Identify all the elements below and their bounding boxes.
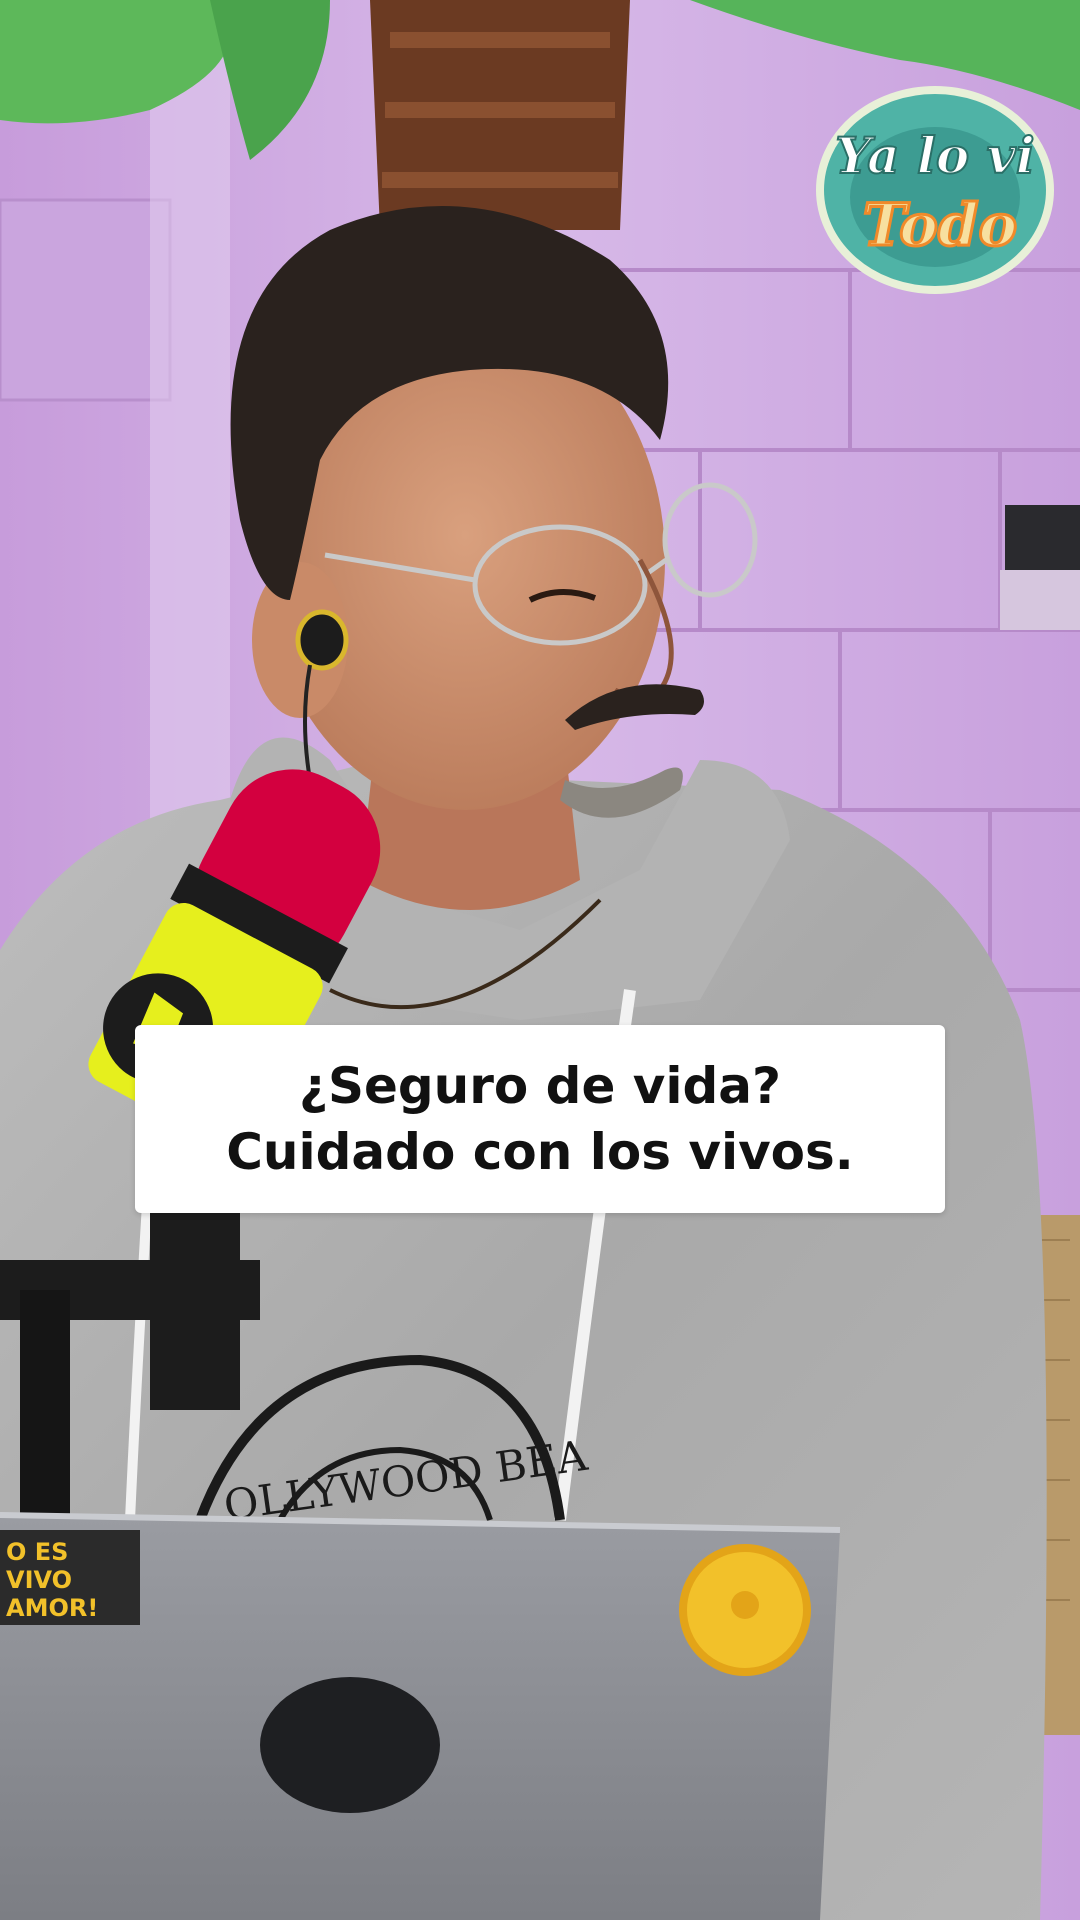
laptop-sticker-line: O ES (6, 1538, 68, 1566)
caption-line-1: ¿Seguro de vida? (298, 1057, 782, 1115)
wall-panel (0, 198, 172, 402)
caption-box: ¿Seguro de vida? Cuidado con los vivos. (135, 1025, 945, 1213)
logo-line-2: Todo (863, 191, 1017, 259)
caption-line-2: Cuidado con los vivos. (226, 1123, 854, 1181)
earphone (295, 609, 349, 671)
video-frame: OLLYWOOD BEA O ES VIVO AMOR! Ya lo vi To… (0, 0, 1080, 1920)
laptop-sticker-line: AMOR! (6, 1594, 98, 1622)
logo-line-1: Ya lo vi (835, 126, 1034, 185)
studio-light (1005, 505, 1080, 575)
show-logo: Ya lo vi Todo (816, 86, 1054, 294)
laptop-sticker-line: VIVO (6, 1566, 72, 1594)
laptop-logo (260, 1677, 440, 1813)
